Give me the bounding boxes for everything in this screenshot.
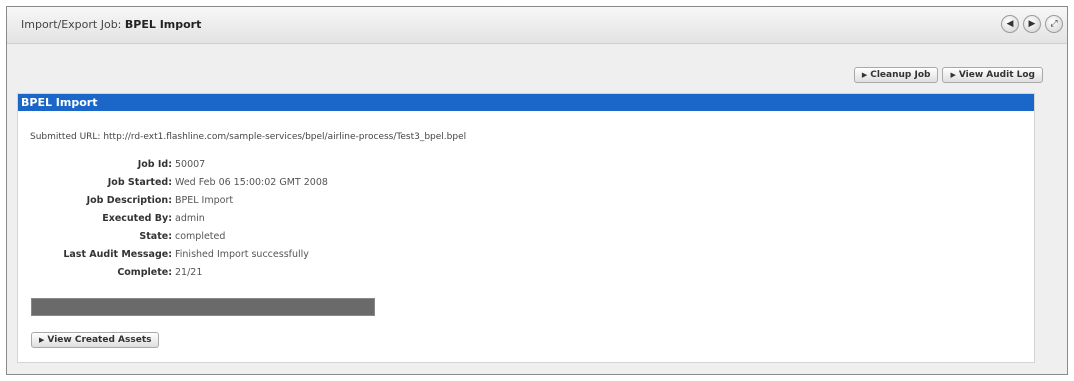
executed-by-label: Executed By: <box>102 213 172 224</box>
view-created-assets-button[interactable]: ▶ View Created Assets <box>31 332 160 348</box>
title-prefix: Import/Export Job: <box>21 18 122 31</box>
detail-row: Complete: 21/21 <box>28 267 328 285</box>
job-started-label: Job Started: <box>107 177 172 188</box>
back-icon[interactable]: ◀ <box>1001 15 1019 33</box>
expand-icon[interactable]: ⤢ <box>1045 15 1063 33</box>
detail-row: Job Description: BPEL Import <box>28 195 328 213</box>
detail-row: Executed By: admin <box>28 213 328 231</box>
submitted-url: Submitted URL: http://rd-ext1.flashline.… <box>30 132 467 142</box>
play-icon: ▶ <box>39 336 45 344</box>
created-assets-wrapper: ▶ View Created Assets <box>31 327 160 348</box>
detail-row: Job Id: 50007 <box>28 159 328 177</box>
detail-row: Last Audit Message: Finished Import succ… <box>28 249 328 267</box>
complete-label: Complete: <box>117 267 172 278</box>
window-title: Import/Export Job: BPEL Import <box>21 18 201 31</box>
progress-bar <box>31 298 375 316</box>
play-icon: ▶ <box>950 71 956 79</box>
play-icon: ▶ <box>861 71 868 79</box>
job-description-label: Job Description: <box>86 195 172 206</box>
job-details: Job Id: 50007 Job Started: Wed Feb 06 15… <box>28 159 328 285</box>
forward-icon[interactable]: ▶ <box>1023 15 1041 33</box>
title-bar: Import/Export Job: BPEL Import ◀ ▶ ⤢ <box>7 7 1067 44</box>
action-buttons: ▶ Cleanup Job ▶ View Audit Log <box>853 67 1043 83</box>
executed-by-value: admin <box>175 213 205 224</box>
panel-header: BPEL Import <box>18 94 1034 111</box>
last-audit-message-value: Finished Import successfully <box>175 249 309 260</box>
state-value: completed <box>175 231 226 242</box>
last-audit-message-label: Last Audit Message: <box>63 249 172 260</box>
title-job-name: BPEL Import <box>124 18 202 31</box>
job-description-value: BPEL Import <box>175 195 234 206</box>
job-id-label: Job Id: <box>137 159 172 170</box>
job-started-value: Wed Feb 06 15:00:02 GMT 2008 <box>175 177 328 188</box>
nav-buttons: ◀ ▶ ⤢ <box>1001 15 1063 33</box>
job-window: Import/Export Job: BPEL Import ◀ ▶ ⤢ ▶ C… <box>6 6 1068 375</box>
detail-row: State: completed <box>28 231 328 249</box>
state-label: State: <box>139 231 172 242</box>
job-id-value: 50007 <box>175 159 206 170</box>
cleanup-job-label: Cleanup Job <box>870 70 931 80</box>
complete-value: 21/21 <box>175 267 203 278</box>
cleanup-job-button[interactable]: ▶ Cleanup Job <box>853 67 939 83</box>
view-audit-log-button[interactable]: ▶ View Audit Log <box>942 67 1043 83</box>
detail-row: Job Started: Wed Feb 06 15:00:02 GMT 200… <box>28 177 328 195</box>
progress-fill <box>32 299 374 315</box>
job-panel: BPEL Import Submitted URL: http://rd-ext… <box>17 93 1035 363</box>
view-audit-log-label: View Audit Log <box>958 70 1035 80</box>
view-created-assets-label: View Created Assets <box>47 335 152 345</box>
